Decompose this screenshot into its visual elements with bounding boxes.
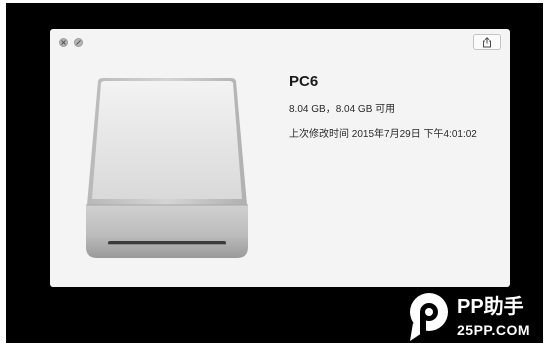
watermark-title: PP助手 — [457, 296, 524, 318]
watermark-url: 25PP.COM — [457, 322, 530, 338]
minimize-icon — [76, 40, 81, 45]
share-icon — [483, 36, 491, 47]
drive-info: PC6 8.04 GB，8.04 GB 可用 上次修改时间 2015年7月29日… — [289, 73, 504, 141]
close-icon — [61, 40, 66, 45]
drive-modified-date: 上次修改时间 2015年7月29日 下午4:01:02 — [289, 129, 477, 140]
minimize-button[interactable] — [74, 38, 83, 47]
share-button[interactable] — [473, 34, 501, 50]
pp-logo-icon — [410, 293, 448, 341]
drive-size-info: 8.04 GB，8.04 GB 可用 — [289, 104, 396, 115]
watermark: PP助手 25PP.COM — [405, 291, 535, 343]
info-window: PC6 8.04 GB，8.04 GB 可用 上次修改时间 2015年7月29日… — [50, 29, 510, 287]
external-drive-icon — [84, 77, 250, 261]
drive-name: PC6 — [289, 73, 319, 90]
close-button[interactable] — [59, 38, 68, 47]
